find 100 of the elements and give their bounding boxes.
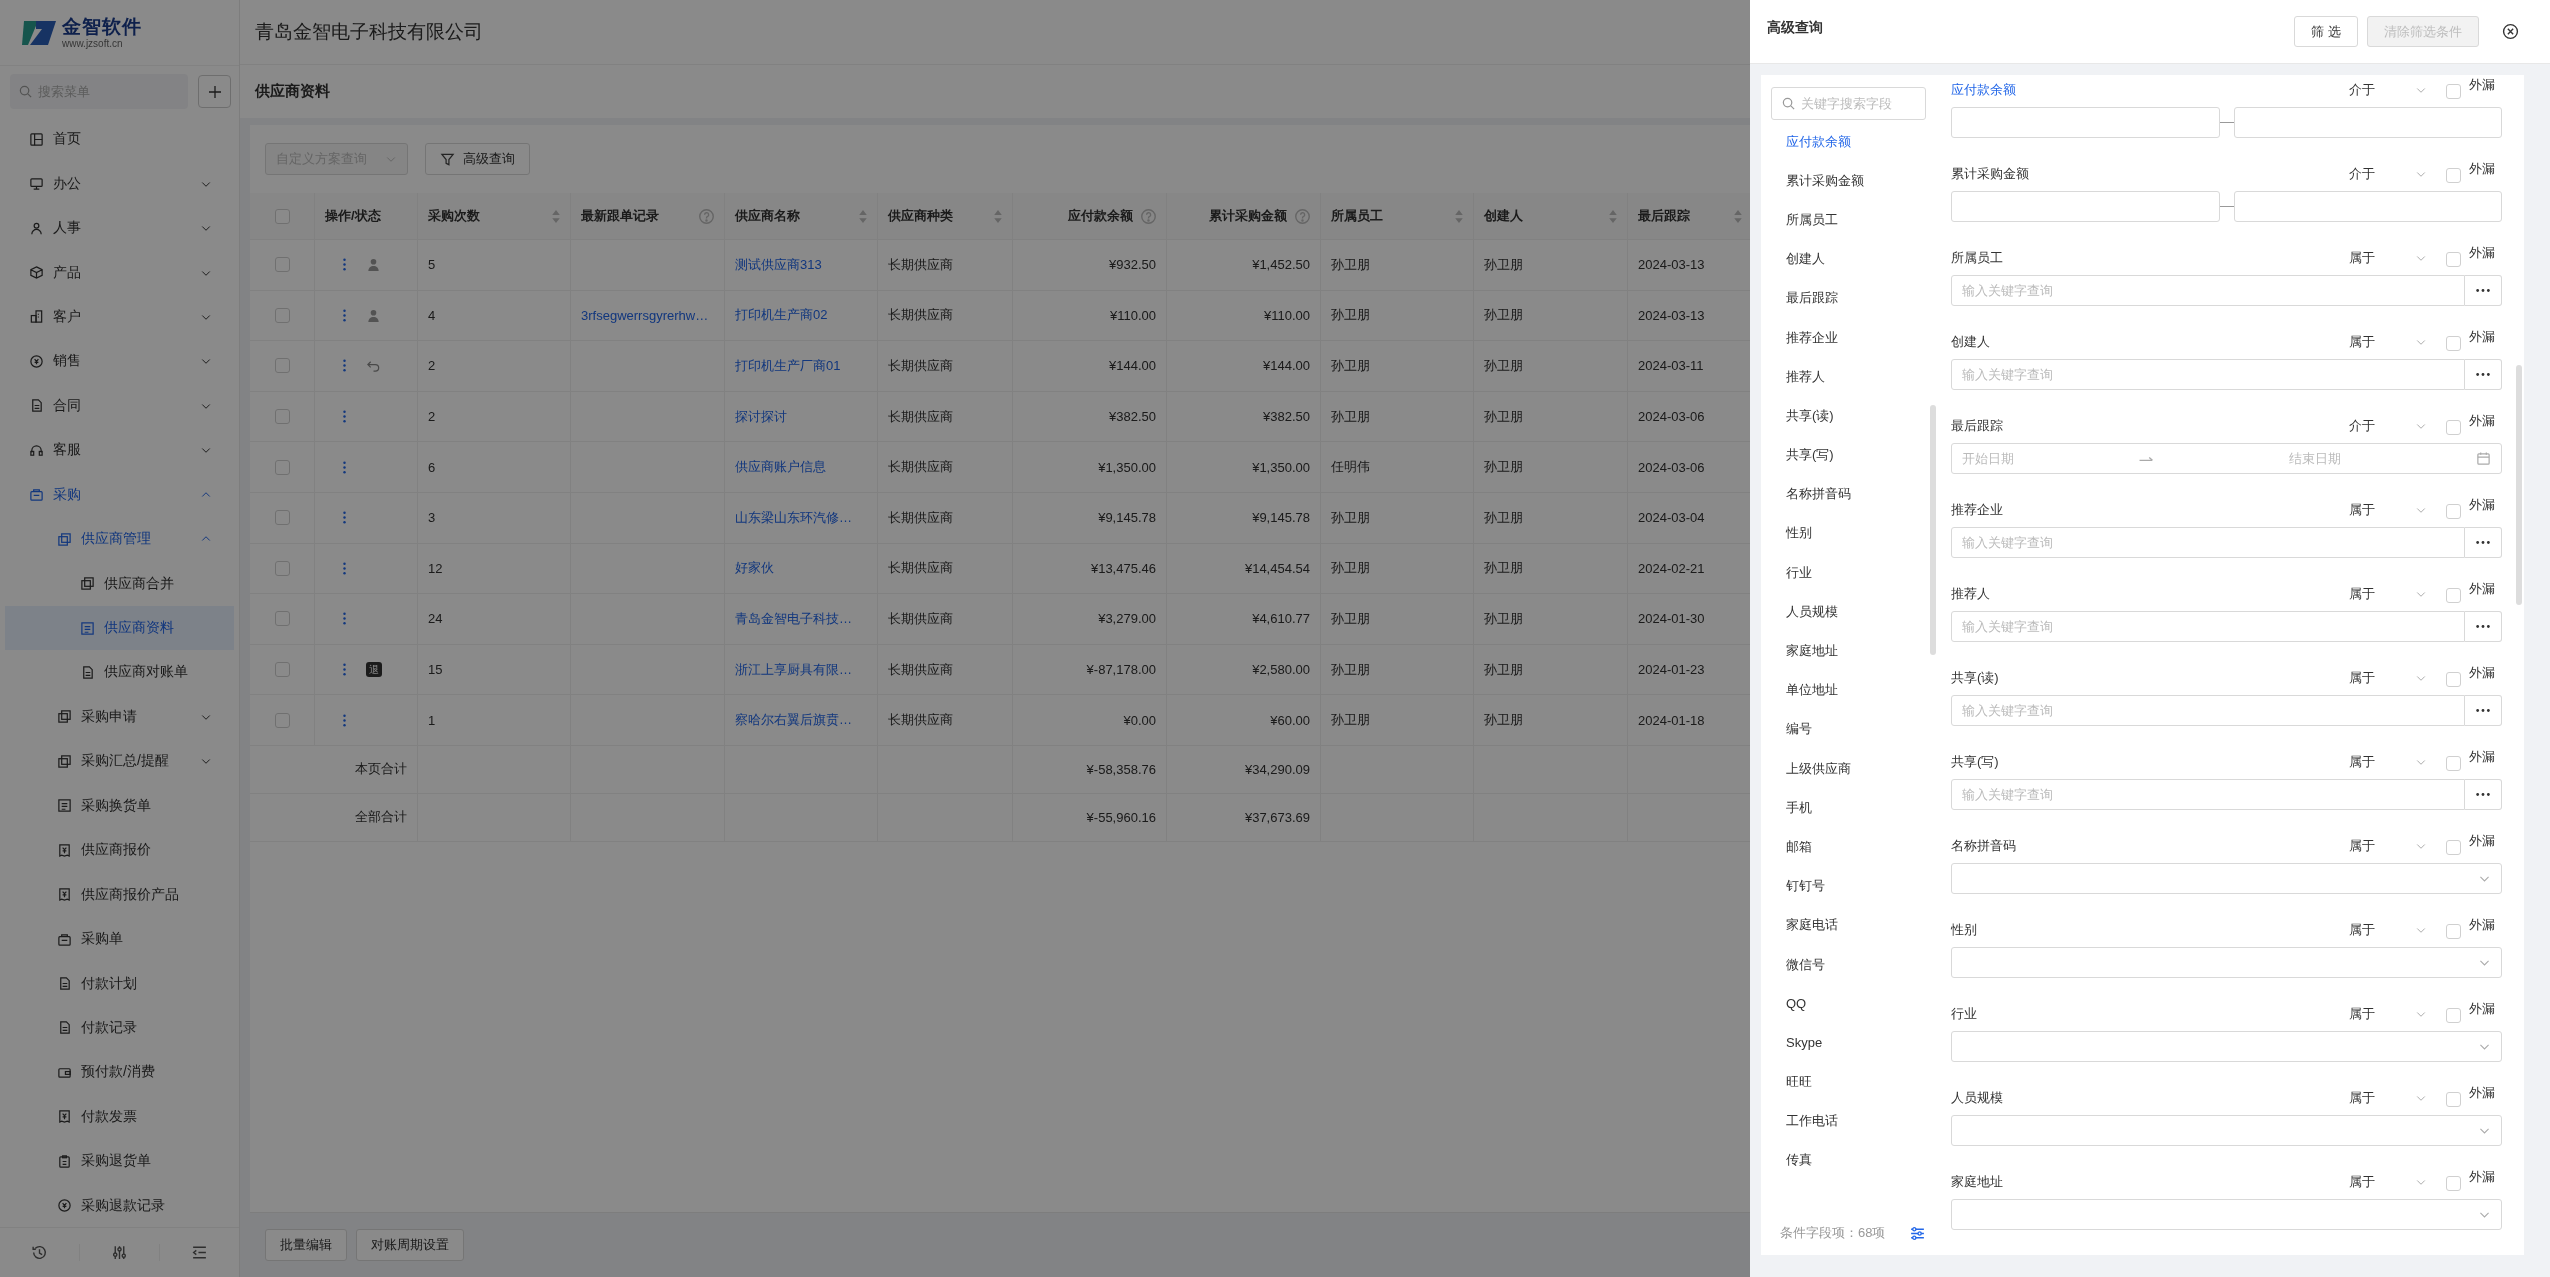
supplier-link[interactable]: 山东梁山东环汽修… [735,508,852,527]
field-item[interactable]: 传真 [1761,1140,1924,1181]
sidebar-item[interactable]: 付款计划 [5,961,234,1006]
operator-dropdown[interactable]: 属于 [2349,752,2427,772]
advanced-query-button[interactable]: 高级查询 [425,143,530,175]
more-button[interactable] [2465,359,2502,390]
select-field[interactable] [1951,1199,2502,1230]
sort-icon[interactable] [1455,209,1463,223]
more-button[interactable] [2465,275,2502,306]
sidebar-item[interactable]: 采购申请 [5,694,234,740]
field-item[interactable]: 人员规模 [1761,592,1924,632]
sidebar-item[interactable]: 供应商合并 [5,561,234,606]
leak-checkbox[interactable] [2446,252,2461,267]
operator-dropdown[interactable]: 属于 [2349,1088,2427,1108]
operator-dropdown[interactable]: 属于 [2349,1004,2427,1024]
scrollbar[interactable] [1930,405,1936,655]
field-item[interactable]: 工作电话 [1761,1101,1924,1141]
operator-dropdown[interactable]: 介于 [2349,164,2427,184]
field-item[interactable]: 推荐人 [1761,357,1924,397]
field-item[interactable]: 共享(写) [1761,435,1924,475]
max-input-field[interactable] [2233,191,2502,222]
select-field[interactable] [1951,947,2502,978]
field-item[interactable]: 创建人 [1761,239,1924,279]
leak-checkbox[interactable] [2446,588,2461,603]
sort-icon[interactable] [859,209,867,223]
leak-checkbox[interactable] [2446,756,2461,771]
leak-checkbox[interactable] [2446,1092,2461,1107]
operator-dropdown[interactable]: 属于 [2349,332,2427,352]
field-item[interactable]: 家庭电话 [1761,905,1924,945]
sidebar-item[interactable]: 采购 [5,472,234,517]
field-item[interactable]: 微信号 [1761,944,1924,985]
select-field[interactable] [1951,1115,2502,1146]
max-input-field[interactable] [2233,107,2502,138]
sidebar-item[interactable]: 销售 [5,339,234,384]
more-button[interactable] [2465,779,2502,810]
field-item[interactable]: 钉钉号 [1761,866,1924,906]
field-item[interactable]: Skype [1761,1023,1924,1063]
operator-dropdown[interactable]: 介于 [2349,416,2427,436]
supplier-link[interactable]: 测试供应商313 [735,255,822,274]
sidebar-item[interactable]: 预付款/消费 [5,1050,234,1095]
footer-button[interactable]: 批量编辑 [265,1229,347,1261]
operator-dropdown[interactable]: 属于 [2349,1172,2427,1192]
row-checkbox[interactable] [274,257,290,273]
field-item[interactable]: QQ [1761,984,1924,1024]
sidebar-item[interactable]: 人事 [5,205,234,251]
operator-dropdown[interactable]: 属于 [2349,920,2427,940]
row-checkbox[interactable] [274,307,290,323]
min-input-field[interactable] [1951,107,2220,138]
leak-checkbox[interactable] [2446,168,2461,183]
field-item[interactable]: 行业 [1761,553,1924,593]
more-button[interactable] [2465,611,2502,642]
leak-checkbox[interactable] [2446,1176,2461,1191]
operator-dropdown[interactable]: 属于 [2349,584,2427,604]
leak-checkbox[interactable] [2446,420,2461,435]
sort-icon[interactable] [1609,209,1617,223]
field-item[interactable]: 最后跟踪 [1761,278,1924,318]
more-button[interactable] [2465,527,2502,558]
leak-checkbox[interactable] [2446,336,2461,351]
supplier-link[interactable]: 供应商账户信息 [735,458,826,477]
row-checkbox[interactable] [274,712,290,728]
leak-checkbox[interactable] [2446,504,2461,519]
more-button[interactable] [2465,695,2502,726]
operator-dropdown[interactable]: 介于 [2349,80,2427,100]
filter-button[interactable]: 筛 选 [2294,16,2358,47]
add-button[interactable] [198,75,231,108]
row-checkbox[interactable] [274,459,290,475]
sidebar-item[interactable]: 客服 [5,428,234,473]
sidebar-item[interactable]: 供应商对账单 [5,650,234,695]
field-item[interactable]: 编号 [1761,709,1924,749]
row-checkbox[interactable] [274,358,290,374]
operator-dropdown[interactable]: 属于 [2349,248,2427,268]
sidebar-item[interactable]: 首页 [5,117,234,162]
field-item[interactable]: 上级供应商 [1761,749,1924,789]
operator-dropdown[interactable]: 属于 [2349,500,2427,520]
sort-icon[interactable] [994,209,1002,223]
field-item[interactable]: 共享(读) [1761,396,1924,436]
leak-checkbox[interactable] [2446,924,2461,939]
sidebar-item[interactable]: 采购换货单 [5,783,234,828]
operator-dropdown[interactable]: 属于 [2349,836,2427,856]
min-input-field[interactable] [1951,191,2220,222]
sidebar-item[interactable]: 客户 [5,294,234,340]
field-item[interactable]: 邮箱 [1761,827,1924,867]
field-item[interactable]: 推荐企业 [1761,317,1924,358]
supplier-link[interactable]: 探讨探讨 [735,407,787,426]
sidebar-item[interactable]: 付款发票 [5,1094,234,1140]
sidebar-item[interactable]: 采购单 [5,916,234,962]
select-field[interactable] [1951,863,2502,894]
field-item[interactable]: 累计采购金额 [1761,161,1924,201]
supplier-link[interactable]: 浙江上享厨具有限… [735,660,852,679]
field-item[interactable]: 应付款余额 [1761,122,1924,162]
row-checkbox[interactable] [274,560,290,576]
sidebar-item[interactable]: 产品 [5,250,234,295]
field-item[interactable]: 名称拼音码 [1761,474,1924,514]
sidebar-item[interactable]: 付款记录 [5,1005,234,1051]
leak-checkbox[interactable] [2446,84,2461,99]
field-item[interactable]: 家庭地址 [1761,631,1924,671]
footer-button[interactable]: 对账周期设置 [356,1229,464,1261]
sidebar-item[interactable]: 供应商管理 [5,516,234,562]
row-checkbox[interactable] [274,662,290,678]
sidebar-item[interactable]: 供应商报价产品 [5,872,234,917]
